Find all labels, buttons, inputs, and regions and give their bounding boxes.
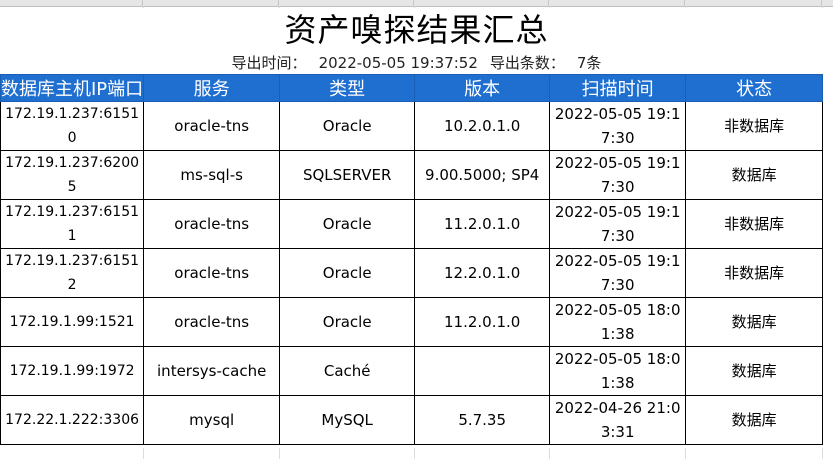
- cell-service[interactable]: oracle-tns: [143, 297, 281, 347]
- cell-service[interactable]: oracle-tns: [143, 101, 281, 151]
- cell-host[interactable]: 172.19.1.237:61512: [0, 248, 145, 298]
- cell-service[interactable]: intersys-cache: [143, 346, 281, 396]
- cell-scan-time[interactable]: 2022-05-05 18:01:38: [549, 346, 687, 396]
- cell-version[interactable]: [414, 346, 551, 396]
- asset-table: 数据库主机IP端口 服务 类型 版本 扫描时间 状态 172.19.1.237:…: [0, 74, 824, 445]
- cell-service[interactable]: oracle-tns: [143, 199, 281, 249]
- table-header-row: 数据库主机IP端口 服务 类型 版本 扫描时间 状态: [0, 74, 824, 102]
- cell-host[interactable]: 172.19.1.237:61510: [0, 101, 145, 151]
- cell-version[interactable]: 11.2.0.1.0: [414, 199, 551, 249]
- cell-host[interactable]: 172.19.1.237:62005: [0, 150, 145, 200]
- header-cell-status[interactable]: 状态: [685, 74, 824, 102]
- table-row: 172.19.1.99:1521 oracle-tns Oracle 11.2.…: [0, 297, 824, 347]
- cell-version[interactable]: 5.7.35: [414, 395, 551, 445]
- cell-type[interactable]: Caché: [279, 346, 416, 396]
- cell-type[interactable]: Oracle: [279, 248, 416, 298]
- cell-type[interactable]: MySQL: [279, 395, 416, 445]
- cell-version[interactable]: 10.2.0.1.0: [414, 101, 551, 151]
- header-cell-version[interactable]: 版本: [414, 74, 551, 102]
- cell-type[interactable]: Oracle: [279, 297, 416, 347]
- export-count-label: 导出条数：: [489, 54, 565, 72]
- table-row: 172.19.1.237:61510 oracle-tns Oracle 10.…: [0, 101, 824, 151]
- cell-host[interactable]: 172.19.1.99:1972: [0, 346, 145, 396]
- table-row: 172.19.1.237:62005 ms-sql-s SQLSERVER 9.…: [0, 150, 824, 200]
- cell-scan-time[interactable]: 2022-04-26 21:03:31: [549, 395, 687, 445]
- cell-status[interactable]: 非数据库: [685, 199, 824, 249]
- cell-version[interactable]: 9.00.5000; SP4: [414, 150, 551, 200]
- cell-type[interactable]: Oracle: [279, 199, 416, 249]
- header-cell-scan-time[interactable]: 扫描时间: [549, 74, 687, 102]
- table-row: 172.19.1.99:1972 intersys-cache Caché 20…: [0, 346, 824, 396]
- cell-status[interactable]: 非数据库: [685, 101, 824, 151]
- export-time-label: 导出时间：: [231, 54, 307, 72]
- header-cell-service[interactable]: 服务: [143, 74, 281, 102]
- header-cell-host[interactable]: 数据库主机IP端口: [0, 74, 145, 102]
- cell-host[interactable]: 172.19.1.237:61511: [0, 199, 145, 249]
- cell-status[interactable]: 数据库: [685, 297, 824, 347]
- export-time-value: 2022-05-05 19:37:52: [318, 54, 478, 72]
- table-row: 172.22.1.222:3306 mysql MySQL 5.7.35 202…: [0, 395, 824, 445]
- table-row: 172.19.1.237:61511 oracle-tns Oracle 11.…: [0, 199, 824, 249]
- cell-host[interactable]: 172.22.1.222:3306: [0, 395, 145, 445]
- cell-service[interactable]: oracle-tns: [143, 248, 281, 298]
- cell-type[interactable]: SQLSERVER: [279, 150, 416, 200]
- cell-status[interactable]: 数据库: [685, 346, 824, 396]
- cell-version[interactable]: 12.2.0.1.0: [414, 248, 551, 298]
- header-cell-type[interactable]: 类型: [279, 74, 416, 102]
- report-subtitle[interactable]: 导出时间： 2022-05-05 19:37:52 导出条数： 7条: [0, 52, 833, 74]
- cell-scan-time[interactable]: 2022-05-05 18:01:38: [549, 297, 687, 347]
- cell-status[interactable]: 数据库: [685, 395, 824, 445]
- cell-host[interactable]: 172.19.1.99:1521: [0, 297, 145, 347]
- cell-status[interactable]: 数据库: [685, 150, 824, 200]
- cell-scan-time[interactable]: 2022-05-05 19:17:30: [549, 199, 687, 249]
- table-row: 172.19.1.237:61512 oracle-tns Oracle 12.…: [0, 248, 824, 298]
- report-title[interactable]: 资产嗅探结果汇总: [0, 8, 833, 52]
- cell-scan-time[interactable]: 2022-05-05 19:17:30: [549, 248, 687, 298]
- export-count-value: 7条: [576, 54, 602, 72]
- cell-scan-time[interactable]: 2022-05-05 19:17:30: [549, 101, 687, 151]
- cell-scan-time[interactable]: 2022-05-05 19:17:30: [549, 150, 687, 200]
- cell-version[interactable]: 11.2.0.1.0: [414, 297, 551, 347]
- empty-row-area: [0, 448, 833, 459]
- cell-service[interactable]: mysql: [143, 395, 281, 445]
- cell-service[interactable]: ms-sql-s: [143, 150, 281, 200]
- cell-type[interactable]: Oracle: [279, 101, 416, 151]
- cell-status[interactable]: 非数据库: [685, 248, 824, 298]
